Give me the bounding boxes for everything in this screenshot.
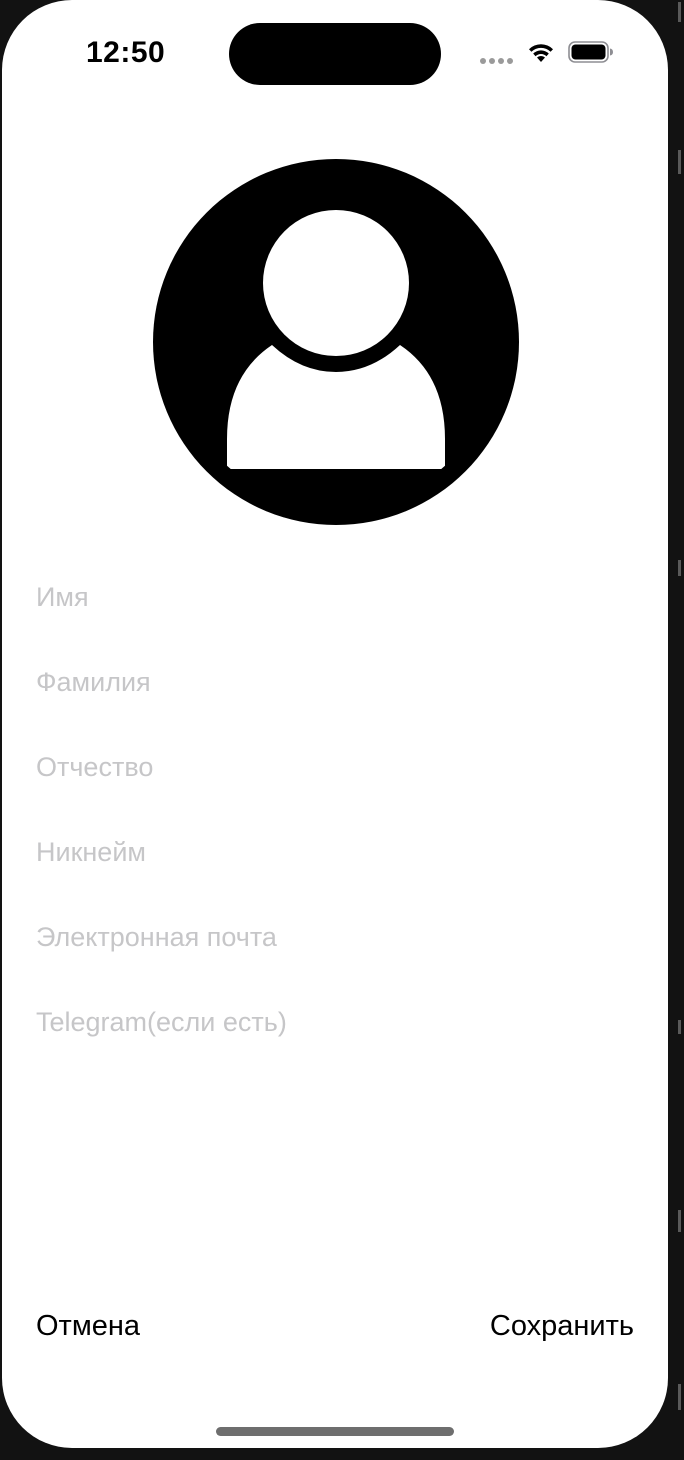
telegram-input[interactable]	[36, 1000, 636, 1044]
device-frame: 12:50 Имя Фамилия Отчество Никнейм Элект…	[0, 0, 684, 1460]
person-circle-icon[interactable]	[151, 157, 521, 527]
home-indicator[interactable]	[216, 1427, 454, 1436]
last-name-row	[2, 640, 668, 725]
dynamic-island	[229, 23, 441, 85]
window-edge	[666, 0, 684, 1460]
email-input[interactable]	[36, 915, 636, 959]
profile-edit-screen: 12:50 Имя Фамилия Отчество Никнейм Элект…	[2, 0, 668, 1448]
battery-icon	[568, 41, 613, 63]
cancel-button[interactable]: Отмена	[36, 1310, 140, 1343]
last-name-input[interactable]	[36, 660, 636, 704]
profile-form	[2, 555, 668, 1065]
wifi-icon	[529, 44, 553, 62]
first-name-input[interactable]	[36, 575, 636, 619]
email-row	[2, 895, 668, 980]
middle-name-row	[2, 725, 668, 810]
nickname-input[interactable]	[36, 830, 636, 874]
first-name-row	[2, 555, 668, 640]
status-bar: 12:50	[2, 0, 668, 100]
telegram-row	[2, 980, 668, 1065]
status-time: 12:50	[86, 36, 166, 69]
cellular-signal-icon	[480, 58, 514, 64]
nickname-row	[2, 810, 668, 895]
middle-name-input[interactable]	[36, 745, 636, 789]
save-button[interactable]: Сохранить	[490, 1310, 634, 1343]
